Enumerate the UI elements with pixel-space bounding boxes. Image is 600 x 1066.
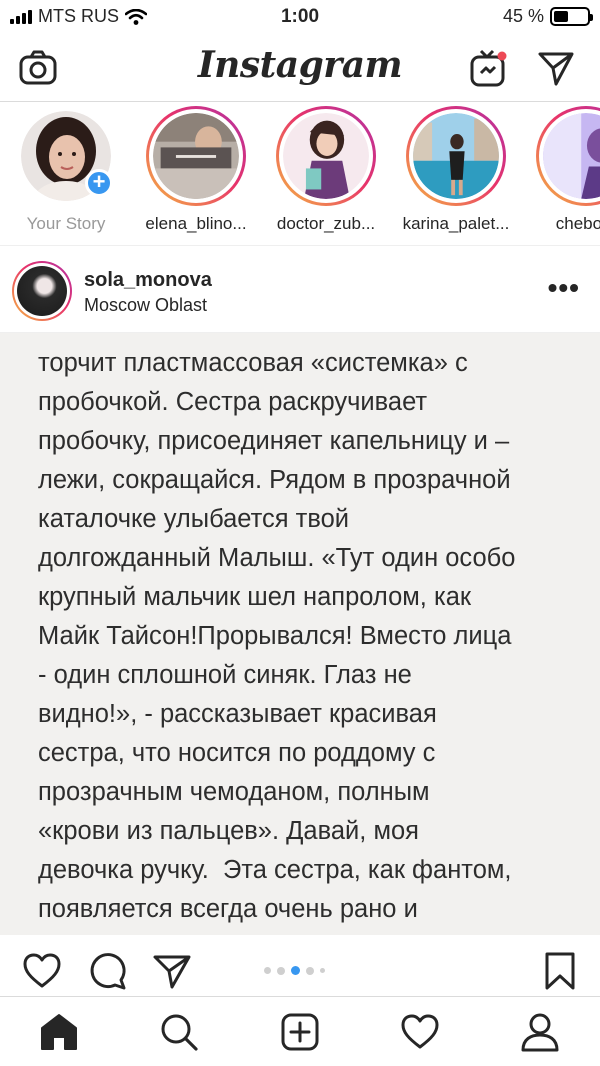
story-name: doctor_zub... (276, 214, 376, 233)
status-bar: MTS RUS 1:00 45 % (0, 0, 600, 34)
battery-icon (550, 7, 593, 26)
post-text-line: лежи, сокращайся. Рядом в прозрачной (38, 466, 511, 494)
post-header: sola_monova Moscow Oblast ••• (0, 247, 600, 333)
story-name: elena_blino... (145, 214, 247, 233)
post-image-text: торчит пластмассовая «системка» с пробочк… (38, 344, 578, 929)
story-karina[interactable]: karina_palet... (394, 106, 518, 234)
status-right: 45 % (502, 6, 593, 27)
post-text-line: сестра, что носится по роддому с (38, 739, 436, 767)
carousel-dot (306, 966, 314, 975)
paper-plane-icon[interactable] (152, 951, 192, 991)
story-name: karina_palet... (402, 214, 510, 233)
avatar (17, 266, 67, 316)
battery-percent: 45 % (502, 6, 544, 26)
tab-bar (0, 996, 600, 1066)
avatar (413, 113, 499, 199)
heart-icon[interactable] (399, 1011, 441, 1053)
post-author-avatar[interactable] (12, 261, 72, 321)
avatar (153, 113, 239, 199)
avatar (543, 113, 600, 199)
story-ring (146, 106, 246, 206)
story-doctor[interactable]: doctor_zub... (264, 106, 388, 234)
bookmark-icon[interactable] (540, 951, 580, 991)
search-icon[interactable] (158, 1011, 200, 1053)
heart-icon[interactable] (22, 951, 62, 991)
post-username[interactable]: sola_monova (84, 269, 212, 292)
avatar (283, 113, 369, 199)
story-name: Your Story (26, 214, 106, 233)
carousel-dot (291, 966, 300, 975)
story-ring (536, 106, 600, 206)
story-your-story[interactable]: + Your Story (4, 106, 128, 234)
post-location[interactable]: Moscow Oblast (84, 295, 207, 316)
post-image[interactable]: торчит пластмассовая «системка» с пробочк… (0, 333, 600, 935)
post-text-line: пробочку, присоединяет капельницу и – (38, 427, 510, 455)
post-text-line: видно!», - рассказывает красивая (38, 700, 437, 728)
post-text-line: прозрачным чемоданом, полным (38, 778, 430, 806)
carousel-dot (277, 966, 285, 975)
post-text-line: «крови из пальцев». Давай, моя (38, 817, 419, 845)
post-text-line: пробочкой. Сестра раскручивает (38, 388, 428, 416)
home-icon[interactable] (38, 1011, 80, 1053)
story-ring (276, 106, 376, 206)
post-text-line: каталочке улыбается твой (38, 505, 350, 533)
post-text-line: торчит пластмассовая «системка» с (38, 349, 468, 377)
instagram-logo[interactable]: Instagram (0, 44, 600, 86)
stories-tray: + Your Story elena_blino... doctor_zub..… (0, 102, 600, 246)
profile-icon[interactable] (519, 1011, 561, 1053)
add-post-icon[interactable] (279, 1011, 321, 1053)
more-horizontal-icon[interactable]: ••• (548, 274, 580, 302)
story-name: chebota (555, 214, 600, 233)
story-elena[interactable]: elena_blino... (134, 106, 258, 234)
app-header: Instagram (0, 34, 600, 102)
carousel-indicator (264, 966, 325, 975)
post-text-line: долгожданный Малыш. «Тут один особо (38, 544, 516, 572)
add-story-plus-icon[interactable]: + (85, 169, 113, 197)
paper-plane-icon[interactable] (536, 48, 576, 88)
carousel-dot (320, 968, 325, 973)
post-text-line: - один сплошной синяк. Глаз не (38, 661, 412, 689)
post-text-line: девочка ручку. Эта сестра, как фантом, (38, 856, 512, 884)
comment-icon[interactable] (88, 951, 128, 991)
igtv-icon[interactable] (468, 48, 508, 88)
post-text-line: появляется всегда очень рано и (38, 895, 418, 923)
carousel-dot (264, 967, 271, 974)
your-story-avatar: + (21, 111, 113, 201)
post-text-line: Майк Тайсон!Прорывался! Вместо лица (38, 622, 512, 650)
story-ring (406, 106, 506, 206)
story-chebota[interactable]: chebota (524, 106, 600, 234)
post-text-line: крупный мальчик шел напролом, как (38, 583, 472, 611)
